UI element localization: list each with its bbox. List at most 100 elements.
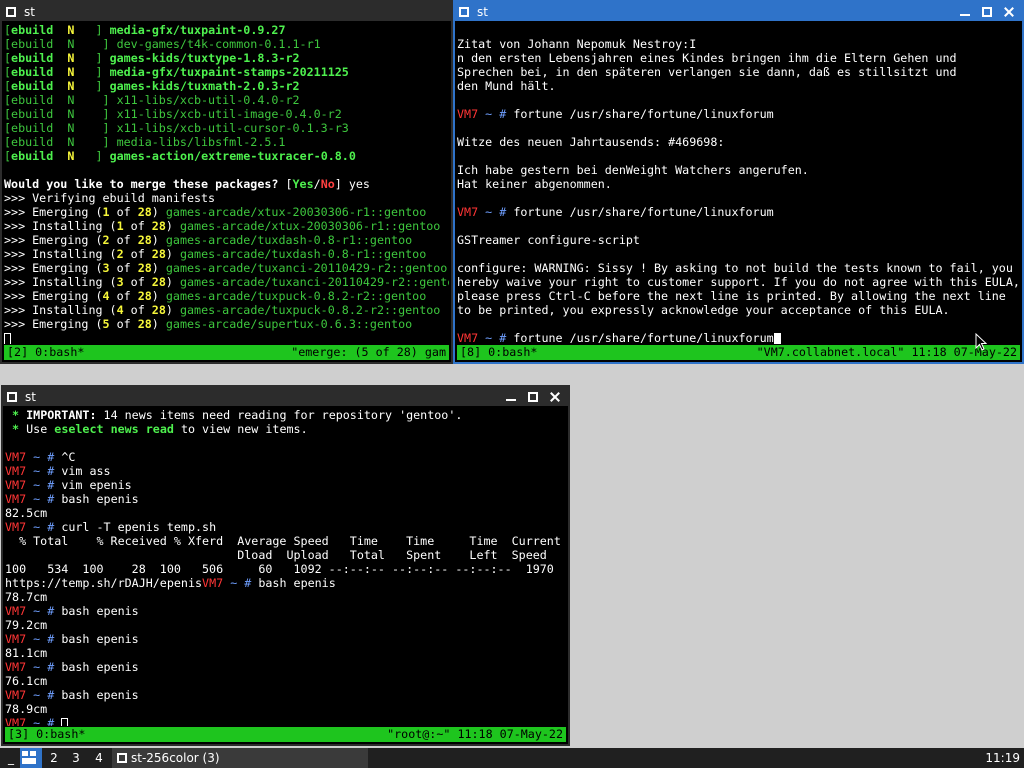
terminal-text: ] [95, 79, 110, 93]
terminal-text: 28 [137, 205, 152, 219]
terminal-line: [ebuild N ] media-gfx/tuxpaint-0.9.27 [4, 23, 449, 37]
terminal-text: games-arcade/xtux-20030306-r1::gentoo [165, 205, 427, 219]
terminal-text: [ [4, 149, 12, 163]
terminal-text: 28 [137, 261, 152, 275]
terminal-line: >>> Emerging (5 of 28) games-arcade/supe… [4, 317, 449, 331]
terminal-text: ~ # [26, 464, 62, 478]
terminal-text: >>> Emerging ( [4, 317, 103, 331]
terminal-output[interactable]: * IMPORTANT: 14 news items need reading … [5, 408, 566, 726]
terminal-text: * [5, 422, 27, 436]
terminal-text: games-arcade/xtux-20030306-r1::gentoo [179, 219, 441, 233]
terminal-text: of [123, 275, 152, 289]
terminal-output[interactable]: Zitat von Johann Nepomuk Nestroy:I n den … [457, 23, 1020, 344]
terminal-text: bash epenis [258, 576, 336, 590]
tmux-status-bar: [3] 0:bash* "root@:~" 11:18 07-May-22 [5, 727, 566, 742]
close-icon[interactable] [1002, 5, 1016, 19]
terminal-text: N [53, 79, 96, 93]
window-titlebar[interactable]: st [455, 2, 1022, 21]
terminal-text: vim epenis [61, 478, 132, 492]
terminal-text: ebuild [11, 23, 54, 37]
terminal-line: 100 534 100 28 100 506 60 1092 --:--:-- … [5, 562, 566, 576]
terminal-line: [ebuild N ] x11-libs/xcb-util-0.4.0-r2 [4, 93, 449, 107]
terminal-output[interactable]: [ebuild N ] media-gfx/tuxpaint-0.9.27 [eb… [4, 23, 449, 344]
maximize-icon[interactable] [980, 5, 994, 19]
terminal-text: [ebuild N ] media-libs/libsfml-2.5.1 [4, 135, 286, 149]
terminal-text: fortune /usr/share/fortune/linuxforum [513, 205, 774, 219]
terminal-text: of [123, 219, 152, 233]
workspace-3-button[interactable]: 3 [66, 748, 86, 768]
terminal-text: Would you like to merge these packages? [4, 177, 286, 191]
terminal-text: ~ # [26, 520, 62, 534]
terminal-line: Dload Upload Total Spent Left Speed [5, 548, 566, 562]
status-right: "emerge: (5 of 28) gam [291, 345, 446, 359]
terminal-line: >>> Installing (3 of 28) games-arcade/tu… [4, 275, 449, 289]
terminal-text: ) [165, 275, 180, 289]
terminal-text: Hat keiner abgenommen. [457, 177, 612, 191]
terminal-text: ~ # [26, 450, 62, 464]
terminal-line: den Mund hält. [457, 79, 1020, 93]
terminal-line: n den ersten Lebensjahren eines Kindes b… [457, 51, 1020, 65]
terminal-text: den Mund hält. [457, 79, 556, 93]
terminal-text: vim ass [61, 464, 111, 478]
terminal-text: 4 [116, 303, 124, 317]
terminal-text: ~ # [478, 205, 514, 219]
terminal-text: % Total % Received % Xferd Average Speed… [5, 534, 561, 548]
taskbar-clock: 11:19 [985, 751, 1020, 765]
minimize-icon[interactable] [958, 5, 972, 19]
window-icon[interactable] [7, 391, 17, 402]
terminal-text: ~ # [26, 660, 62, 674]
terminal-line: Would you like to merge these packages? … [4, 177, 449, 191]
terminal-line: 82.5cm [5, 506, 566, 520]
terminal-line: [ebuild N ] games-action/extreme-tuxrace… [4, 149, 449, 163]
terminal-text: Yes [292, 177, 314, 191]
terminal-text: ~ # [478, 331, 514, 344]
window-icon[interactable] [6, 6, 16, 17]
terminal-text: games-arcade/tuxdash-0.8-r1::gentoo [179, 247, 427, 261]
window-titlebar[interactable]: st [2, 2, 451, 21]
terminal-text: games-arcade/tuxpuck-0.8.2-r2::gentoo [179, 303, 441, 317]
minimize-icon[interactable] [504, 390, 518, 404]
terminal-line: VM7 ~ # bash epenis [5, 632, 566, 646]
terminal-text: 28 [137, 317, 152, 331]
terminal-text: VM7 [5, 450, 27, 464]
terminal-window-curl[interactable]: st * IMPORTANT: 14 news items need readi… [1, 385, 570, 746]
terminal-window-emerge[interactable]: st [ebuild N ] media-gfx/tuxpaint-0.9.27… [0, 0, 453, 364]
terminal-text: 28 [151, 303, 166, 317]
status-left: [8] 0:bash* [460, 345, 538, 359]
terminal-text: [ [4, 65, 12, 79]
maximize-icon[interactable] [526, 390, 540, 404]
terminal-line: please press Ctrl-C before the next line… [457, 289, 1020, 303]
terminal-line: [ebuild N ] dev-games/t4k-common-0.1.1-r… [4, 37, 449, 51]
window-titlebar[interactable]: st [3, 387, 568, 406]
terminal-text: VM7 [5, 478, 27, 492]
terminal-line: Sprechen bei, in den späteren verlangen … [457, 65, 1020, 79]
terminal-line: Hat keiner abgenommen. [457, 177, 1020, 191]
terminal-line: hereby waive your right to customer supp… [457, 275, 1020, 289]
terminal-text: N [53, 149, 96, 163]
terminal-line: [ebuild N ] games-kids/tuxmath-2.0.3-r2 [4, 79, 449, 93]
terminal-line: VM7 ~ # vim ass [5, 464, 566, 478]
window-icon[interactable] [459, 6, 469, 17]
terminal-line: [ebuild N ] x11-libs/xcb-util-image-0.4.… [4, 107, 449, 121]
terminal-text: >>> Emerging ( [4, 261, 103, 275]
terminal-line: https://temp.sh/rDAJH/epenisVM7 ~ # bash… [5, 576, 566, 590]
workspace-1-button[interactable] [20, 748, 42, 768]
terminal-line: >>> Verifying ebuild manifests [4, 191, 449, 205]
workspace-4-button[interactable]: 4 [89, 748, 109, 768]
terminal-line: VM7 ~ # curl -T epenis temp.sh [5, 520, 566, 534]
terminal-text: 2 [116, 247, 124, 261]
terminal-text: 76.1cm [5, 674, 48, 688]
terminal-window-fortune[interactable]: st Zitat von Johann Nepomuk Nestroy:I n d… [453, 0, 1024, 364]
workspace-2-button[interactable]: 2 [44, 748, 64, 768]
terminal-text: ] [95, 149, 110, 163]
terminal-text: hereby waive your right to customer supp… [457, 275, 1020, 289]
terminal-text: eselect news read [54, 422, 174, 436]
close-icon[interactable] [548, 390, 562, 404]
terminal-line: 78.9cm [5, 702, 566, 716]
terminal-text: games-arcade/supertux-0.6.3::gentoo [165, 317, 413, 331]
taskbar-task-st[interactable]: st-256color (3) [112, 748, 368, 768]
terminal-text: ] [95, 65, 110, 79]
terminal-cursor [4, 332, 11, 344]
